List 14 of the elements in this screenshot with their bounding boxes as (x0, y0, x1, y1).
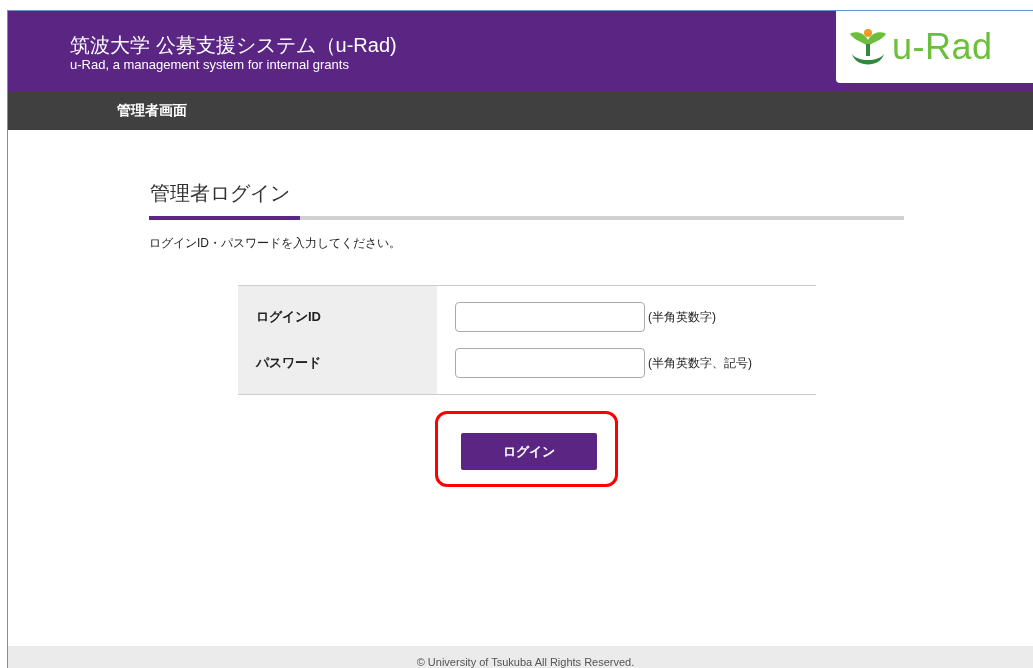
field-hint: (半角英数字、記号) (648, 354, 752, 372)
site-subtitle: u-Rad, a management system for internal grants (70, 57, 350, 73)
page-heading: 管理者ログイン (150, 181, 291, 206)
input-field[interactable] (455, 302, 645, 332)
logo-text: u-Rad (892, 26, 993, 68)
nav-label: 管理者画面 (117, 102, 187, 120)
field-hint: (半角英数字) (648, 308, 716, 326)
field-label: パスワード (256, 354, 321, 372)
site-title: 筑波大学 公募支援システム（u-Rad) (70, 33, 397, 57)
field-label: ログインID (256, 308, 321, 326)
copyright-text: © University of Tsukuba All Rights Reserved. (415, 656, 635, 668)
instruction-text: ログインID・パスワードを入力してください。 (149, 235, 402, 252)
input-field[interactable] (455, 348, 645, 378)
login-button[interactable]: ログイン (461, 433, 597, 470)
